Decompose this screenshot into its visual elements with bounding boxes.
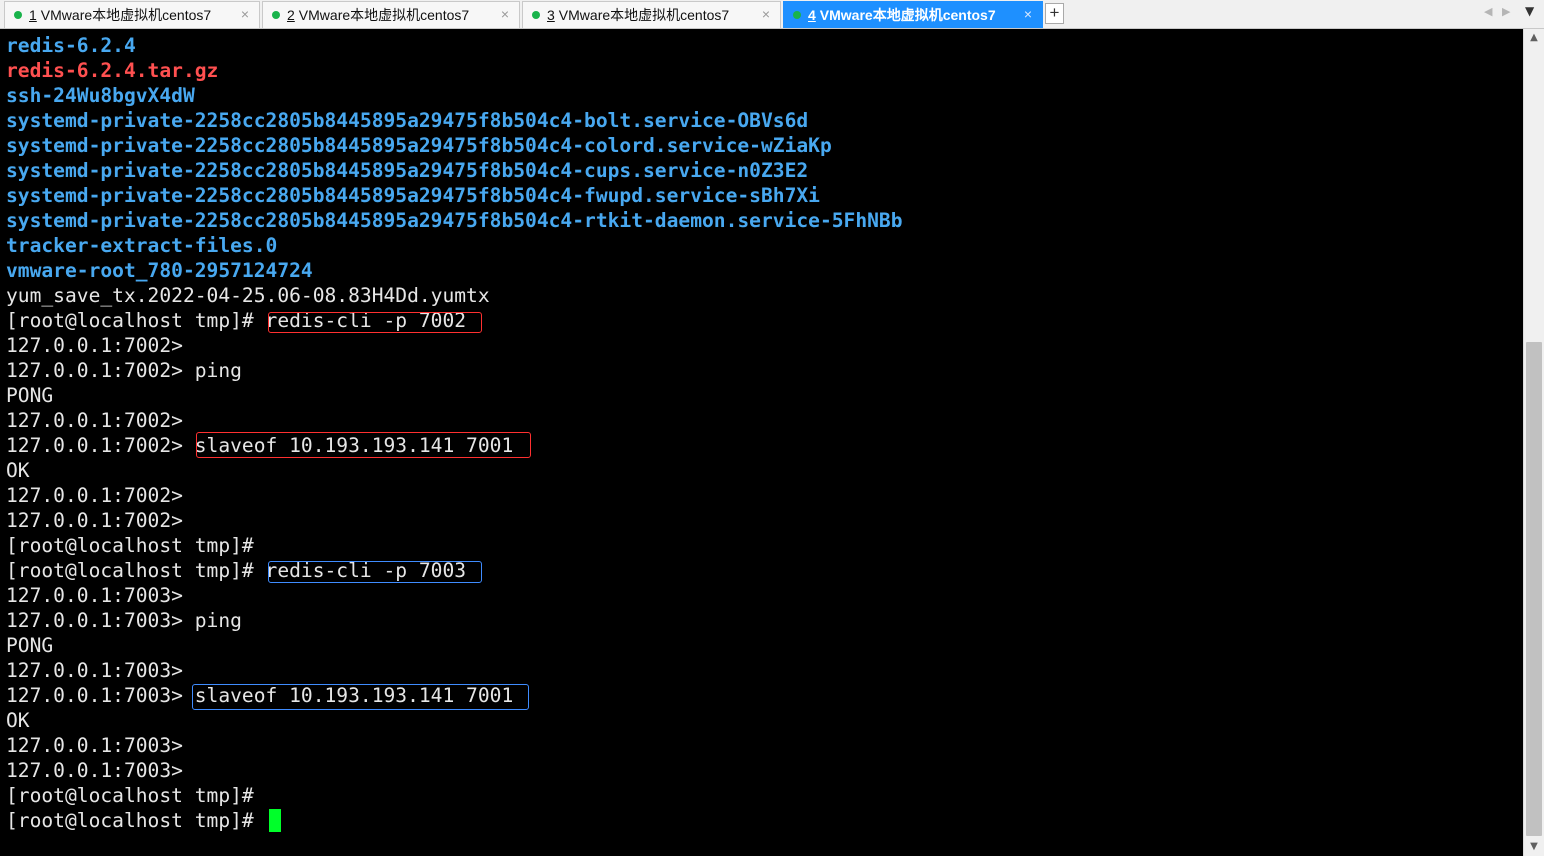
new-tab-button[interactable]: + bbox=[1045, 3, 1064, 24]
vertical-scrollbar[interactable]: ▲ ▼ bbox=[1523, 29, 1544, 856]
terminal-line: [root@localhost tmp]# bbox=[6, 784, 254, 807]
tab-session-2[interactable]: 2 VMware本地虚拟机centos7 × bbox=[262, 1, 520, 28]
terminal-line: systemd-private-2258cc2805b8445895a29475… bbox=[6, 159, 809, 182]
terminal-line: systemd-private-2258cc2805b8445895a29475… bbox=[6, 109, 809, 132]
terminal-line: 127.0.0.1:7002> bbox=[6, 409, 183, 432]
terminal-line: systemd-private-2258cc2805b8445895a29475… bbox=[6, 134, 832, 157]
terminal-line: 127.0.0.1:7002> bbox=[6, 334, 183, 357]
close-icon[interactable]: × bbox=[501, 6, 509, 22]
terminal-line: redis-6.2.4 bbox=[6, 34, 136, 57]
tab-session-4[interactable]: 4 VMware本地虚拟机centos7 × bbox=[783, 1, 1043, 28]
terminal-line: PONG bbox=[6, 634, 54, 657]
status-dot-icon bbox=[793, 11, 801, 19]
tab-number: 4 bbox=[808, 7, 816, 23]
highlight-box bbox=[268, 561, 482, 583]
terminal-line: 127.0.0.1:7002> ping bbox=[6, 359, 242, 382]
terminal-line: [root@localhost tmp]# bbox=[6, 809, 266, 832]
terminal-line: OK bbox=[6, 459, 30, 482]
terminal-line: vmware-root_780-2957124724 bbox=[6, 259, 313, 282]
highlight-box bbox=[268, 312, 482, 333]
scrollbar-thumb[interactable] bbox=[1526, 342, 1542, 836]
terminal-line: tracker-extract-files.0 bbox=[6, 234, 278, 257]
status-dot-icon bbox=[272, 11, 280, 19]
tab-title: VMware本地虚拟机centos7 bbox=[819, 7, 996, 23]
terminal-line: redis-6.2.4.tar.gz bbox=[6, 59, 219, 82]
terminal-line: systemd-private-2258cc2805b8445895a29475… bbox=[6, 209, 903, 232]
close-icon[interactable]: × bbox=[762, 6, 770, 22]
terminal-line: 127.0.0.1:7003> bbox=[6, 584, 183, 607]
close-icon[interactable]: × bbox=[1024, 6, 1032, 22]
terminal-line: 127.0.0.1:7003> bbox=[6, 734, 183, 757]
tab-number: 2 bbox=[287, 7, 295, 23]
terminal-line: 127.0.0.1:7002> bbox=[6, 509, 183, 532]
terminal-line: 127.0.0.1:7003> bbox=[6, 759, 183, 782]
terminal-output[interactable]: redis-6.2.4 redis-6.2.4.tar.gz ssh-24Wu8bg… bbox=[0, 29, 1523, 856]
terminal-line: yum_save_tx.2022-04-25.06-08.83H4Dd.yumt… bbox=[6, 284, 490, 307]
close-icon[interactable]: × bbox=[241, 6, 249, 22]
tab-session-3[interactable]: 3 VMware本地虚拟机centos7 × bbox=[522, 1, 781, 28]
terminal-line: ssh-24Wu8bgvX4dW bbox=[6, 84, 195, 107]
text-cursor bbox=[269, 809, 281, 832]
tab-number: 1 bbox=[29, 7, 37, 23]
tab-title: VMware本地虚拟机centos7 bbox=[558, 7, 730, 23]
tab-title: VMware本地虚拟机centos7 bbox=[40, 7, 212, 23]
highlight-box bbox=[192, 684, 529, 710]
terminal-line: 127.0.0.1:7002> bbox=[6, 484, 183, 507]
tab-title: VMware本地虚拟机centos7 bbox=[298, 7, 470, 23]
tab-bar: 1 VMware本地虚拟机centos7 × 2 VMware本地虚拟机cent… bbox=[0, 0, 1544, 29]
terminal-line: PONG bbox=[6, 384, 54, 407]
arrow-down-icon[interactable]: ▼ bbox=[1524, 838, 1544, 856]
highlight-box bbox=[196, 432, 531, 458]
terminal-line: [root@localhost tmp]# bbox=[6, 534, 254, 557]
terminal-line: 127.0.0.1:7003> ping bbox=[6, 609, 242, 632]
tab-number: 3 bbox=[547, 7, 555, 23]
chevron-down-icon[interactable]: ▼ bbox=[1525, 4, 1534, 18]
tab-session-1[interactable]: 1 VMware本地虚拟机centos7 × bbox=[4, 1, 260, 28]
arrow-up-icon[interactable]: ▲ bbox=[1524, 29, 1544, 47]
terminal-line: 127.0.0.1:7003> bbox=[6, 659, 183, 682]
status-dot-icon bbox=[14, 11, 22, 19]
chevron-left-icon[interactable]: ◀ bbox=[1484, 5, 1492, 18]
terminal-line: OK bbox=[6, 709, 30, 732]
status-dot-icon bbox=[532, 11, 540, 19]
terminal-line: systemd-private-2258cc2805b8445895a29475… bbox=[6, 184, 820, 207]
chevron-right-icon[interactable]: ▶ bbox=[1502, 5, 1510, 18]
